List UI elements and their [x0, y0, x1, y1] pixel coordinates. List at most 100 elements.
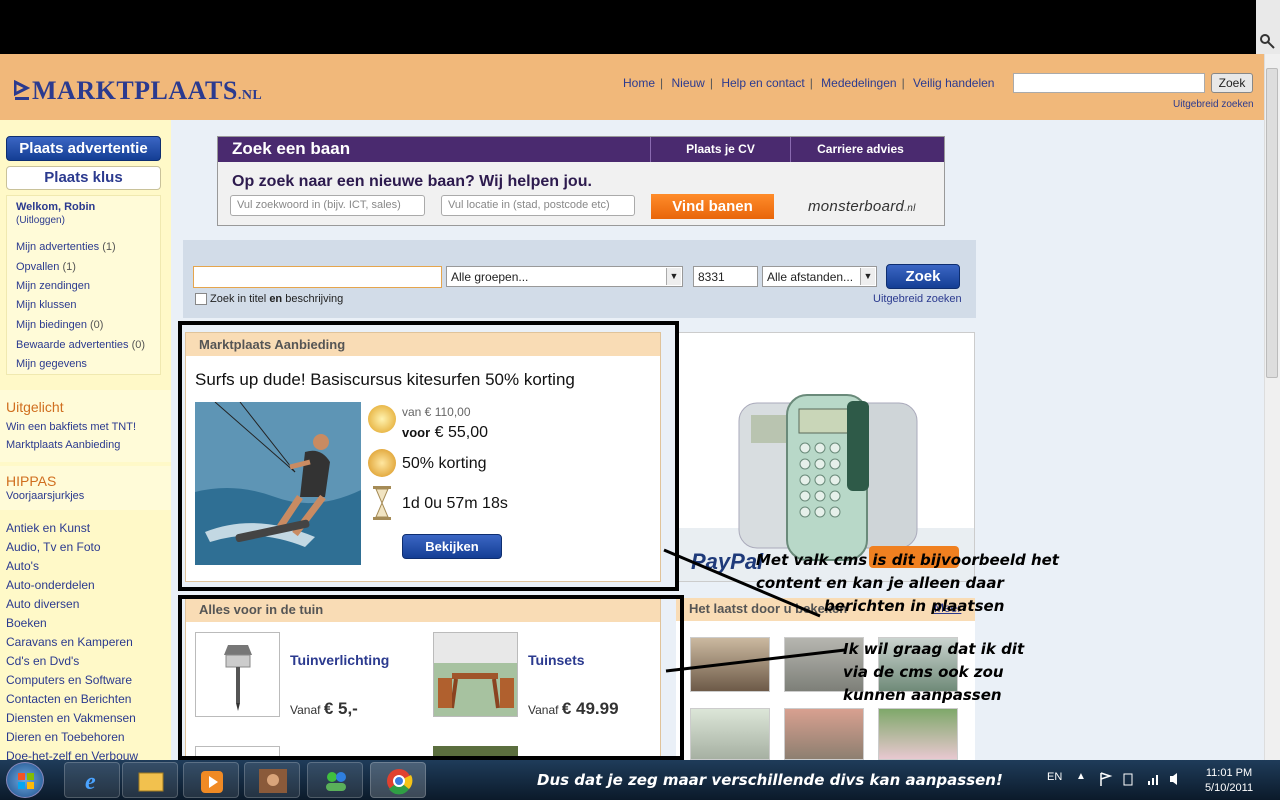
header-search-button[interactable]: Zoek	[1211, 73, 1253, 93]
hippas-link[interactable]: Voorjaarsjurkjes	[6, 490, 84, 502]
svg-text:e: e	[85, 769, 96, 795]
browser-search-stub	[1256, 0, 1280, 54]
sidebar-item-count: (1)	[102, 241, 116, 253]
marktplaats-logo[interactable]: MARKTPLAATS.NL	[14, 76, 262, 106]
sidebar-item-label: Mijn advertenties	[16, 241, 100, 253]
photo-app-icon[interactable]	[244, 762, 300, 798]
sidebar-item-mijn-biedingen[interactable]: Mijn biedingen (0)	[16, 319, 103, 331]
sidebar-item-bewaarde-advertenties[interactable]: Bewaarde advertenties (0)	[16, 339, 145, 351]
logo-tld: .NL	[237, 88, 263, 103]
sidebar-item-label: Mijn klussen	[16, 299, 77, 311]
tray-expand-icon[interactable]: ▲	[1076, 771, 1086, 782]
sidebar-item-label: Opvallen	[16, 261, 60, 273]
checkbox-label-post: beschrijving	[282, 293, 344, 305]
distance-select[interactable]: Alle afstanden... ▼	[762, 266, 877, 287]
tab-plaats-cv[interactable]: Plaats je CV	[650, 137, 790, 162]
job-banner-title: Zoek een baan	[232, 139, 351, 158]
job-banner-tagline: Op zoek naar een nieuwe baan? Wij helpen…	[232, 173, 592, 190]
category-link[interactable]: Auto's	[6, 557, 138, 576]
explorer-icon[interactable]	[122, 762, 178, 798]
annotation-line: berichten in plaatsen	[824, 597, 1005, 615]
logout-link[interactable]: (Uitloggen)	[16, 215, 65, 226]
monsterboard-logo: monsterboard.nl	[808, 198, 916, 215]
brand-text: monsterboard	[808, 198, 905, 215]
annotation-frame-garden	[178, 595, 684, 760]
category-link[interactable]: Boeken	[6, 614, 138, 633]
annotation-line: Ik wil graag dat ik dit	[843, 640, 1025, 658]
chevron-down-icon: ▼	[860, 268, 875, 285]
welcome-text: Welkom, Robin	[16, 201, 96, 213]
annotation-line: Met valk cms is dit bijvoorbeeld het	[756, 551, 1059, 569]
nav-home[interactable]: Home	[623, 76, 655, 90]
checkbox-label-bold: en	[269, 293, 283, 305]
title-description-checkbox[interactable]	[195, 293, 207, 305]
sidebar-item-opvallen[interactable]: Opvallen (1)	[16, 261, 76, 273]
search-input[interactable]	[193, 266, 442, 288]
recent-thumb[interactable]	[878, 708, 958, 760]
chevron-down-icon: ▼	[666, 268, 681, 285]
sidebar-item-label: Bewaarde advertenties	[16, 339, 129, 351]
browser-top-band	[0, 0, 1280, 54]
nav-nieuw[interactable]: Nieuw	[671, 76, 704, 90]
nav-mededelingen[interactable]: Mededelingen	[821, 76, 896, 90]
category-link[interactable]: Auto-onderdelen	[6, 576, 138, 595]
sidebar-item-mijn-advertenties[interactable]: Mijn advertenties (1)	[16, 241, 116, 253]
place-ad-button[interactable]: Plaats advertentie	[6, 136, 161, 161]
media-player-icon[interactable]	[183, 762, 239, 798]
annotation-note-2: Ik wil graag dat ik dit via de cms ook z…	[843, 638, 1024, 707]
nav-veilig-handelen[interactable]: Veilig handelen	[913, 76, 994, 90]
sidebar-item-mijn-gegevens[interactable]: Mijn gegevens	[16, 358, 87, 370]
job-keyword-input[interactable]: Vul zoekwoord in (bijv. ICT, sales)	[230, 195, 425, 216]
find-jobs-button[interactable]: Vind banen	[651, 194, 774, 219]
featured-link-tnt[interactable]: Win een bakfiets met TNT!	[6, 421, 136, 433]
clock-time: 11:01 PM	[1205, 767, 1253, 779]
category-link[interactable]: Caravans en Kamperen	[6, 633, 138, 652]
chrome-icon[interactable]	[370, 762, 426, 798]
tab-carriere-advies[interactable]: Carriere advies	[790, 137, 930, 162]
sidebar-item-count: (0)	[131, 339, 146, 351]
language-indicator[interactable]: EN	[1047, 771, 1062, 783]
sidebar-item-count: (0)	[90, 319, 104, 331]
category-link[interactable]: Audio, Tv en Foto	[6, 538, 138, 557]
scrollbar-thumb[interactable]	[1266, 68, 1278, 378]
category-link[interactable]: Auto diversen	[6, 595, 138, 614]
sidebar-item-count: (1)	[62, 261, 76, 273]
brand-tld: .nl	[904, 203, 916, 214]
category-link[interactable]: Cd's en Dvd's	[6, 652, 138, 671]
header-advanced-search-link[interactable]: Uitgebreid zoeken	[1173, 99, 1254, 110]
category-link[interactable]: Contacten en Berichten	[6, 690, 138, 709]
category-link[interactable]: Antiek en Kunst	[6, 519, 138, 538]
logo-text: MARKTPLAATS	[32, 76, 238, 105]
sidebar-item-label: Mijn biedingen	[16, 319, 87, 331]
sidebar-item-mijn-zendingen[interactable]: Mijn zendingen	[16, 280, 90, 292]
header-search-input[interactable]	[1013, 73, 1205, 93]
featured-link-aanbieding[interactable]: Marktplaats Aanbieding	[6, 439, 120, 451]
annotation-line: kunnen aanpassen	[843, 686, 1002, 704]
category-link[interactable]: Diensten en Vakmensen	[6, 709, 138, 728]
advanced-search-link[interactable]: Uitgebreid zoeken	[873, 293, 962, 305]
messenger-icon[interactable]	[307, 762, 363, 798]
taskbar-annotation-caption: Dus dat je zeg maar verschillende divs k…	[537, 771, 1003, 789]
checkbox-label-pre: Zoek in titel	[210, 293, 270, 305]
place-job-button[interactable]: Plaats klus	[6, 166, 161, 190]
group-select[interactable]: Alle groepen... ▼	[446, 266, 683, 287]
sidebar-item-mijn-klussen[interactable]: Mijn klussen	[16, 299, 77, 311]
group-select-value: Alle groepen...	[451, 270, 529, 284]
search-button[interactable]: Zoek	[886, 264, 960, 289]
category-link[interactable]: Computers en Software	[6, 671, 138, 690]
category-link[interactable]: Dieren en Toebehoren	[6, 728, 138, 747]
featured-title: Uitgelicht	[6, 399, 64, 415]
clock[interactable]: 11:01 PM 5/10/2011	[1196, 766, 1262, 796]
sidebar-item-label: Mijn gegevens	[16, 358, 87, 370]
job-location-input[interactable]: Vul locatie in (stad, postcode etc)	[441, 195, 635, 216]
start-button[interactable]	[6, 762, 44, 798]
recent-thumb[interactable]	[784, 708, 864, 760]
postcode-input[interactable]: 8331	[693, 266, 758, 287]
distance-select-value: Alle afstanden...	[767, 270, 854, 284]
recent-thumb[interactable]	[690, 708, 770, 760]
clock-date: 5/10/2011	[1204, 782, 1254, 794]
nav-help[interactable]: Help en contact	[721, 76, 804, 90]
checkbox-label: Zoek in titel en beschrijving	[210, 293, 343, 305]
ie-icon[interactable]: e	[64, 762, 120, 798]
annotation-line: via de cms ook zou	[843, 663, 1004, 681]
